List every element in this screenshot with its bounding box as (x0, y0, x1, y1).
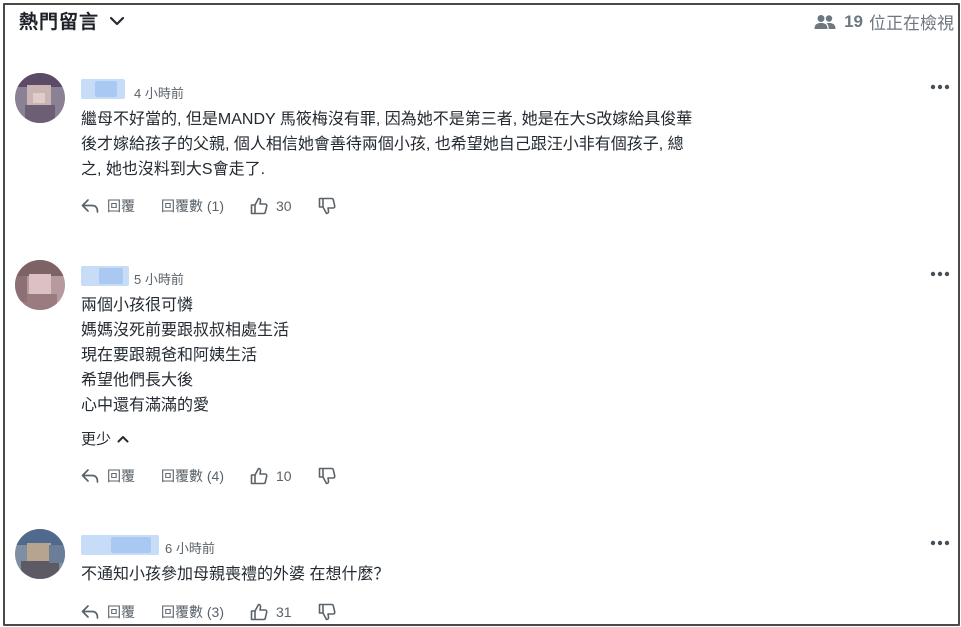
thumbs-up-icon (250, 467, 268, 485)
viewer-count-label: 位正在檢視 (869, 14, 954, 33)
more-horizontal-icon[interactable] (930, 271, 950, 277)
comment-line: 不通知小孩參加母親喪禮的外婆 在想什麼？ (81, 566, 390, 583)
thumbs-down-icon (318, 467, 336, 485)
comment-timestamp: 4 小時前 (134, 86, 184, 101)
comment-timestamp: 5 小時前 (134, 272, 184, 287)
like-count: 31 (276, 604, 292, 620)
avatar[interactable] (15, 529, 65, 579)
reply-button[interactable]: 回覆 (81, 196, 135, 216)
like-count: 10 (276, 468, 292, 484)
chevron-up-icon (117, 435, 129, 442)
comment-actions: 回覆 回覆數 (3) 31 (81, 602, 370, 622)
reply-arrow-icon (81, 605, 99, 619)
comment-body: 繼母不好當的, 但是MANDY 馬筱梅沒有罪, 因為她不是第三者, 她是在大S改… (81, 107, 692, 182)
comment-line: 後才嫁給孩子的父親, 個人相信她會善待兩個小孩, 也希望她自己跟汪小非有個孩子,… (81, 136, 684, 153)
comment-body: 兩個小孩很可憐 媽媽沒死前要跟叔叔相處生活 現在要跟親爸和阿姨生活 希望他們長大… (81, 293, 289, 418)
reply-button[interactable]: 回覆 (81, 466, 135, 486)
comment-line: 媽媽沒死前要跟叔叔相處生活 (81, 322, 290, 339)
comment-line: 心中還有滿滿的愛 (81, 397, 210, 414)
viewer-count-number: 19 (844, 11, 863, 31)
username-blurred-part (95, 81, 117, 97)
view-replies-button[interactable]: 回覆數 (3) (161, 602, 224, 622)
thumbs-up-icon (250, 197, 268, 215)
comment-line: 希望他們長大後 (81, 372, 194, 389)
comment-actions: 回覆 回覆數 (1) 30 (81, 196, 370, 216)
more-horizontal-icon[interactable] (930, 540, 950, 546)
username-blurred-part (99, 268, 123, 284)
comment-line: 繼母不好當的, 但是MANDY 馬筱梅沒有罪, 因為她不是第三者, 她是在大S改… (81, 111, 693, 128)
comments-header[interactable]: 熱門留言 (19, 7, 125, 34)
comment-line: 之, 她也沒料到大S會走了. (81, 161, 266, 178)
chevron-down-icon[interactable] (109, 13, 125, 29)
thumbs-down-icon (318, 197, 336, 215)
dislike-button[interactable] (318, 197, 344, 215)
comment-body: 不通知小孩參加母親喪禮的外婆 在想什麼？ (81, 562, 389, 587)
view-replies-button[interactable]: 回覆數 (4) (161, 466, 224, 486)
dislike-button[interactable] (318, 467, 344, 485)
reply-arrow-icon (81, 199, 99, 213)
people-icon (814, 14, 836, 29)
reply-button[interactable]: 回覆 (81, 602, 135, 622)
like-count: 30 (276, 198, 292, 214)
more-horizontal-icon[interactable] (930, 84, 950, 90)
thumbs-down-icon (318, 603, 336, 621)
show-less-button[interactable]: 更少 (81, 428, 129, 449)
comment-line: 現在要跟親爸和阿姨生活 (81, 347, 258, 364)
like-button[interactable]: 10 (250, 467, 292, 485)
viewer-count: 19 位正在檢視 (814, 9, 954, 34)
comment-line: 兩個小孩很可憐 (81, 297, 194, 314)
comment-actions: 回覆 回覆數 (4) 10 (81, 466, 370, 486)
like-button[interactable]: 31 (250, 603, 292, 621)
comments-title: 熱門留言 (19, 12, 100, 33)
thumbs-up-icon (250, 603, 268, 621)
like-button[interactable]: 30 (250, 197, 292, 215)
view-replies-button[interactable]: 回覆數 (1) (161, 196, 224, 216)
comment-timestamp: 6 小時前 (165, 541, 215, 556)
dislike-button[interactable] (318, 603, 344, 621)
reply-arrow-icon (81, 469, 99, 483)
username-blurred-part (111, 537, 151, 553)
avatar[interactable] (15, 73, 65, 123)
avatar[interactable] (15, 260, 65, 310)
comments-panel: 熱門留言 19 位正在檢視 4 小時前 繼母不好當的, 但是MANDY 馬筱梅沒… (3, 3, 960, 626)
